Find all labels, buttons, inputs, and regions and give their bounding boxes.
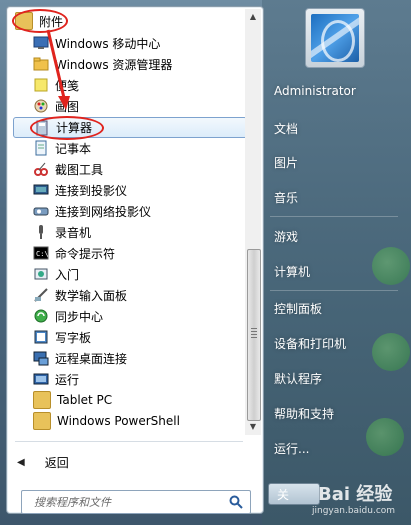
annotation-arrow-icon bbox=[46, 29, 70, 110]
